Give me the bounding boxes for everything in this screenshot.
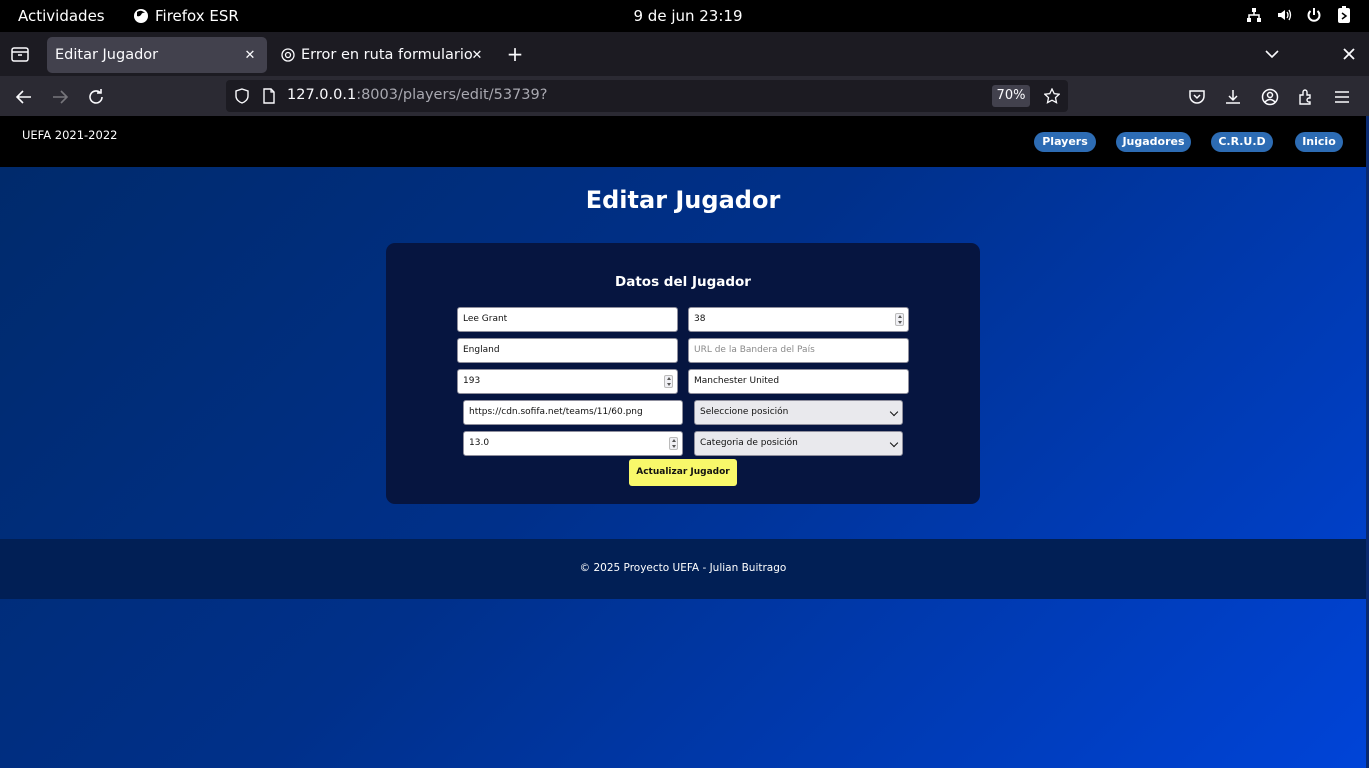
power-icon[interactable] — [1305, 6, 1323, 24]
tab-title: Editar Jugador — [55, 47, 159, 63]
url-bar[interactable]: 127.0.0.1:8003/players/edit/53739? 70% — [226, 80, 1068, 112]
tab-error-ruta[interactable]: Error en ruta formulario ✕ — [272, 37, 494, 73]
shield-icon[interactable] — [234, 88, 250, 104]
position-category-select[interactable]: Categoria de posición — [694, 431, 903, 456]
page-icon[interactable] — [261, 88, 277, 104]
height-value: 193 — [463, 376, 481, 386]
zoom-level-button[interactable]: 70% — [992, 85, 1030, 107]
club-logo-input[interactable]: https://cdn.sofifa.net/teams/11/60.png — [463, 400, 683, 425]
value-stepper-icon[interactable] — [669, 437, 678, 450]
navigation-toolbar: 127.0.0.1:8003/players/edit/53739? 70% — [0, 76, 1369, 116]
value-input[interactable]: 13.0 — [463, 431, 683, 456]
downloads-icon[interactable] — [1222, 86, 1244, 108]
battery-icon[interactable] — [1335, 6, 1353, 24]
club-input[interactable]: Manchester United — [688, 369, 909, 394]
page-title: Editar Jugador — [585, 186, 781, 214]
list-all-tabs-icon[interactable] — [1262, 44, 1282, 64]
update-player-button[interactable]: Actualizar Jugador — [629, 459, 737, 486]
back-icon[interactable] — [13, 86, 35, 108]
menu-icon[interactable] — [1331, 86, 1353, 108]
tab-editar-jugador[interactable]: Editar Jugador ✕ — [47, 37, 267, 73]
chevron-down-icon — [889, 407, 899, 417]
site-header: UEFA 2021-2022 Players Jugadores C.R.U.D… — [0, 116, 1366, 167]
volume-icon[interactable] — [1275, 6, 1293, 24]
site-brand[interactable]: UEFA 2021-2022 — [22, 128, 117, 142]
network-icon[interactable] — [1245, 6, 1263, 24]
position-select[interactable]: Seleccione posición — [694, 400, 903, 425]
age-stepper-icon[interactable] — [895, 313, 904, 326]
forward-icon[interactable] — [49, 86, 71, 108]
account-icon[interactable] — [1259, 86, 1281, 108]
url-path: :8003/players/edit/53739? — [356, 87, 548, 103]
system-top-bar: Actividades Firefox ESR 9 de jun 23:19 — [0, 0, 1369, 32]
bookmark-star-icon[interactable] — [1044, 88, 1060, 104]
height-stepper-icon[interactable] — [664, 375, 673, 388]
chevron-down-icon — [889, 438, 899, 448]
form-title: Datos del Jugador — [615, 274, 751, 290]
extensions-icon[interactable] — [1295, 86, 1317, 108]
nav-jugadores[interactable]: Jugadores — [1116, 132, 1191, 152]
nav-inicio[interactable]: Inicio — [1295, 132, 1343, 152]
url-text[interactable]: 127.0.0.1:8003/players/edit/53739? — [287, 87, 547, 103]
reload-icon[interactable] — [85, 86, 107, 108]
new-tab-icon[interactable]: + — [505, 44, 525, 64]
close-tab-icon[interactable]: ✕ — [241, 46, 259, 64]
position-select-value: Seleccione posición — [700, 407, 789, 417]
country-input[interactable]: England — [457, 338, 678, 363]
clock[interactable]: 9 de jun 23:19 — [0, 7, 1369, 25]
close-tab-icon[interactable]: ✕ — [468, 46, 486, 64]
site-footer: © 2025 Proyecto UEFA - Julian Buitrago — [0, 539, 1366, 599]
player-form: Datos del Jugador Lee Grant 38 England U… — [386, 243, 980, 504]
tab-strip: Editar Jugador ✕ Error en ruta formulari… — [0, 32, 1369, 76]
close-window-icon[interactable] — [1339, 44, 1359, 64]
globe-icon — [281, 48, 295, 62]
tab-title: Error en ruta formulario — [301, 47, 473, 63]
position-category-value: Categoria de posición — [700, 438, 798, 448]
firefox-view-icon[interactable] — [10, 44, 30, 64]
age-value: 38 — [694, 314, 706, 324]
nav-crud[interactable]: C.R.U.D — [1211, 132, 1273, 152]
age-input[interactable]: 38 — [688, 307, 909, 332]
nav-players[interactable]: Players — [1034, 132, 1096, 152]
flag-url-input[interactable]: URL de la Bandera del País — [688, 338, 909, 363]
footer-text: © 2025 Proyecto UEFA - Julian Buitrago — [579, 562, 787, 574]
height-input[interactable]: 193 — [457, 369, 678, 394]
name-input[interactable]: Lee Grant — [457, 307, 678, 332]
pocket-icon[interactable] — [1186, 86, 1208, 108]
value-value: 13.0 — [469, 438, 490, 448]
url-host: 127.0.0.1 — [287, 87, 357, 103]
web-page: UEFA 2021-2022 Players Jugadores C.R.U.D… — [0, 116, 1366, 768]
